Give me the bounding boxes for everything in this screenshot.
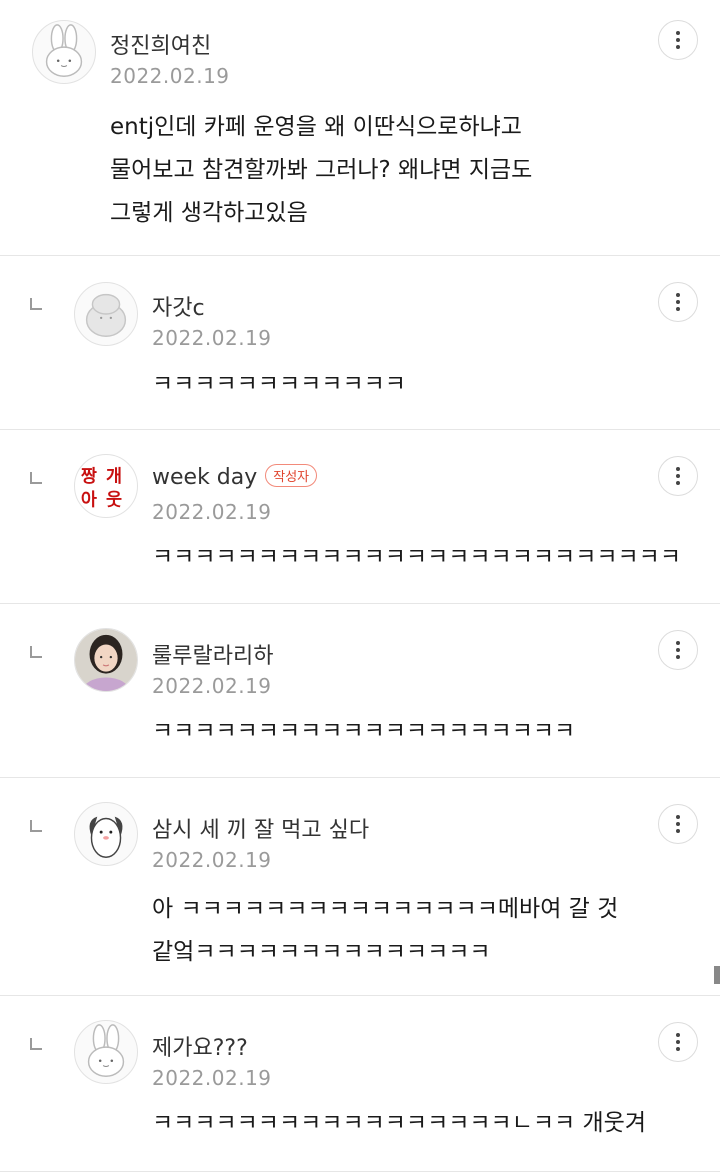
comment-date: 2022.02.19: [152, 674, 272, 698]
svg-text:웃: 웃: [106, 490, 122, 510]
reply-indicator-icon: [30, 1038, 42, 1050]
more-options-button[interactable]: [658, 20, 698, 60]
scrollbar-thumb[interactable]: [714, 966, 720, 984]
more-options-button[interactable]: [658, 630, 698, 670]
comment-text: ㅋㅋㅋㅋㅋㅋㅋㅋㅋㅋㅋㅋ: [152, 371, 406, 397]
more-options-button[interactable]: [658, 282, 698, 322]
reply-indicator-icon: [30, 820, 42, 832]
reply-indicator-icon: [30, 298, 42, 310]
svg-text:개: 개: [106, 467, 122, 487]
comment-date: 2022.02.19: [152, 1066, 272, 1090]
bunny-icon[interactable]: [32, 20, 96, 84]
author-badge: 작성자: [265, 464, 318, 487]
comment-author[interactable]: 제가요???: [152, 1030, 248, 1062]
svg-text:짱: 짱: [81, 467, 97, 487]
comment-text: 아 ㅋㅋㅋㅋㅋㅋㅋㅋㅋㅋㅋㅋㅋㅋㅋ메바여 갈 것 같엌ㅋㅋㅋㅋㅋㅋㅋㅋㅋㅋㅋㅋㅋ…: [152, 896, 619, 965]
comment-text: entj인데 카페 운영을 왜 이딴식으로하냐고 물어보고 참견할까봐 그러나?…: [110, 114, 533, 226]
more-options-button[interactable]: [658, 456, 698, 496]
red-text-sticker-icon[interactable]: 짱 개 아 웃: [74, 454, 138, 518]
comment-author[interactable]: 자갓c: [152, 290, 205, 322]
reply-item: 자갓c 2022.02.19 ㅋㅋㅋㅋㅋㅋㅋㅋㅋㅋㅋㅋ: [0, 256, 720, 430]
comment-text: ㅋㅋㅋㅋㅋㅋㅋㅋㅋㅋㅋㅋㅋㅋㅋㅋㅋㄴㅋㅋ 개웃겨: [152, 1110, 646, 1136]
comment-author[interactable]: 삼시 세 끼 잘 먹고 싶다: [152, 812, 369, 844]
profile-photo-icon[interactable]: [74, 628, 138, 692]
reply-item: 삼시 세 끼 잘 먹고 싶다 2022.02.19 아 ㅋㅋㅋㅋㅋㅋㅋㅋㅋㅋㅋㅋ…: [0, 778, 720, 996]
reply-item: 짱 개 아 웃 week day 작성자 2022.02.19 ㅋㅋㅋㅋㅋㅋㅋㅋㅋ…: [0, 430, 720, 604]
comment-date: 2022.02.19: [152, 500, 272, 524]
comment-date: 2022.02.19: [152, 848, 272, 872]
comment-text: ㅋㅋㅋㅋㅋㅋㅋㅋㅋㅋㅋㅋㅋㅋㅋㅋㅋㅋㅋㅋ: [152, 718, 576, 744]
svg-text:아: 아: [81, 490, 97, 510]
penguin-icon[interactable]: [74, 802, 138, 866]
reply-item: 룰루랄라리하 2022.02.19 ㅋㅋㅋㅋㅋㅋㅋㅋㅋㅋㅋㅋㅋㅋㅋㅋㅋㅋㅋㅋ: [0, 604, 720, 778]
comment-date: 2022.02.19: [110, 64, 230, 88]
comment-item: 정진희여친 2022.02.19 entj인데 카페 운영을 왜 이딴식으로하냐…: [0, 0, 720, 256]
more-options-button[interactable]: [658, 1022, 698, 1062]
reply-indicator-icon: [30, 472, 42, 484]
default-character-icon[interactable]: [74, 282, 138, 346]
reply-item: 제가요??? 2022.02.19 ㅋㅋㅋㅋㅋㅋㅋㅋㅋㅋㅋㅋㅋㅋㅋㅋㅋㄴㅋㅋ 개…: [0, 996, 720, 1172]
author-name[interactable]: week day: [152, 465, 257, 490]
comment-author[interactable]: 룰루랄라리하: [152, 638, 273, 670]
comment-date: 2022.02.19: [152, 326, 272, 350]
comment-text: ㅋㅋㅋㅋㅋㅋㅋㅋㅋㅋㅋㅋㅋㅋㅋㅋㅋㅋㅋㅋㅋㅋㅋㅋㅋ: [152, 544, 682, 570]
comment-author[interactable]: week day 작성자: [152, 464, 318, 490]
comment-author[interactable]: 정진희여친: [110, 28, 211, 60]
more-options-button[interactable]: [658, 804, 698, 844]
reply-indicator-icon: [30, 646, 42, 658]
bunny-icon[interactable]: [74, 1020, 138, 1084]
